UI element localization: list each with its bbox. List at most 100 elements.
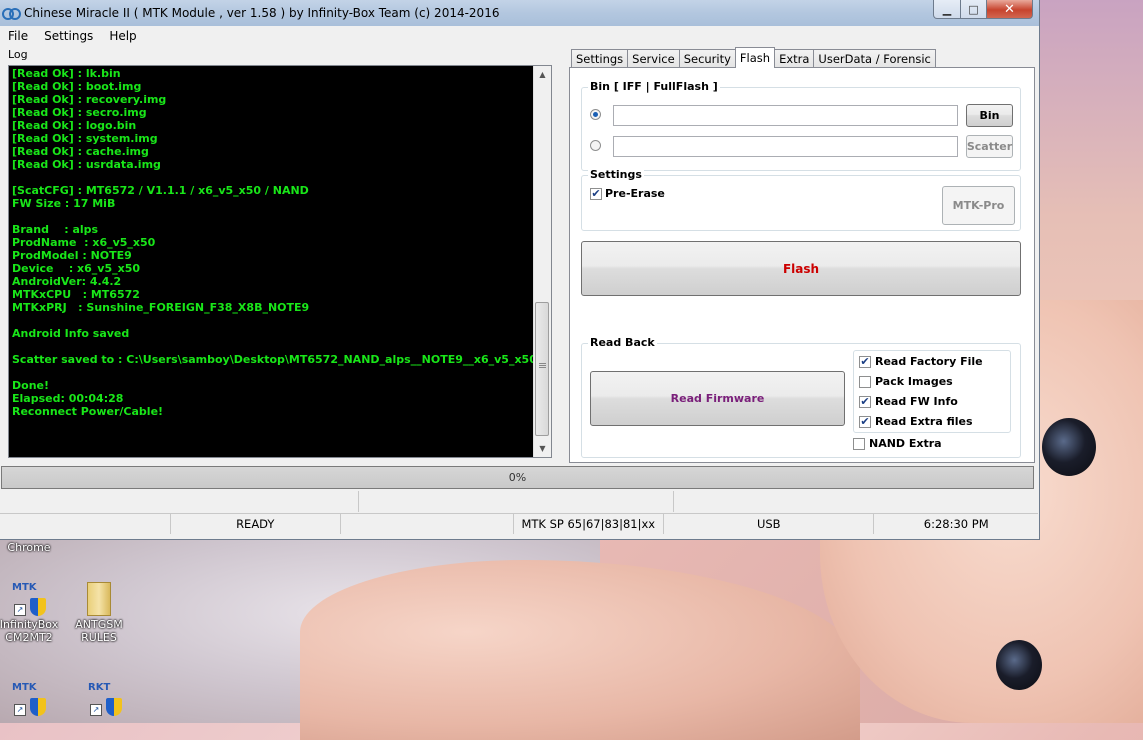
- wallpaper-eye: [1042, 418, 1096, 476]
- title-bar[interactable]: Chinese Miracle II ( MTK Module , ver 1.…: [0, 0, 1039, 26]
- log-text: [Read Ok] : lk.bin [Read Ok] : boot.img [R…: [12, 67, 534, 455]
- pre-erase-label: Pre-Erase: [605, 187, 665, 200]
- status-time: 6:28:30 PM: [923, 517, 989, 531]
- log-line: Reconnect Power/Cable!: [12, 405, 164, 418]
- desktop-icon-rkt[interactable]: RKT ↗: [70, 682, 140, 718]
- menu-settings[interactable]: Settings: [36, 29, 101, 43]
- folder-icon: [82, 582, 116, 616]
- shortcut-arrow-icon: ↗: [14, 704, 26, 716]
- log-line: Scatter saved to : C:\Users\samboy\Deskt…: [12, 353, 534, 366]
- window-controls: ▁ □ ✕: [933, 0, 1033, 19]
- scatter-button[interactable]: Scatter: [966, 135, 1013, 158]
- log-line: Done!: [12, 379, 49, 392]
- pack-images-label: Pack Images: [875, 375, 953, 388]
- read-extra-files-label: Read Extra files: [875, 415, 973, 428]
- log-label: Log: [8, 48, 28, 61]
- flash-button[interactable]: Flash: [581, 241, 1021, 296]
- progress-bar: 0%: [1, 466, 1034, 489]
- log-line: FW Size : 17 MiB: [12, 197, 116, 210]
- log-line: Elapsed: 00:04:28: [12, 392, 124, 405]
- settings-group-title: Settings: [588, 168, 644, 181]
- tab-service[interactable]: Service: [627, 49, 680, 68]
- mtk-pro-button[interactable]: MTK-Pro: [942, 186, 1015, 225]
- log-line: Brand : alps: [12, 223, 99, 236]
- status-platform: MTK SP 65|67|83|81|xx: [514, 514, 665, 534]
- mtk-app-icon: MTK ↗: [12, 582, 46, 616]
- status-cell-empty: [341, 514, 514, 534]
- read-back-group: Read Back Read Firmware ✔ Read Factory F…: [581, 336, 1021, 458]
- desktop-icon-label: InfinityBox CM2MT2: [0, 618, 59, 644]
- status-port: USB: [664, 514, 875, 534]
- pre-erase-checkbox[interactable]: ✔: [590, 188, 602, 200]
- shortcut-arrow-icon: ↗: [90, 704, 102, 716]
- scroll-up-button[interactable]: ▲: [534, 66, 551, 83]
- bin-radio[interactable]: [590, 109, 601, 120]
- bin-group: Bin [ IFF | FullFlash ] Bin Scatter: [581, 80, 1021, 171]
- read-extra-files-checkbox[interactable]: ✔: [859, 416, 871, 428]
- status-bar: READY MTK SP 65|67|83|81|xx USB 6:28:30 …: [0, 513, 1038, 534]
- menu-file[interactable]: File: [0, 29, 36, 43]
- tab-settings[interactable]: Settings: [571, 49, 629, 68]
- tab-flash[interactable]: Flash: [734, 47, 776, 68]
- scroll-down-button[interactable]: ▼: [534, 440, 551, 457]
- uac-shield-icon: [106, 698, 122, 716]
- read-factory-file-label: Read Factory File: [875, 355, 983, 368]
- log-line: [ScatCFG] : MT6572 / V1.1.1 / x6_v5_x50 …: [12, 184, 309, 197]
- log-line: [Read Ok] : system.img: [12, 132, 158, 145]
- log-scrollbar[interactable]: ▲ ▼: [533, 66, 551, 457]
- status-state: READY: [171, 514, 341, 534]
- menu-help[interactable]: Help: [101, 29, 144, 43]
- maximize-button[interactable]: □: [961, 0, 987, 19]
- info-cell: [0, 491, 359, 512]
- wallpaper-eye: [996, 640, 1042, 690]
- desktop-icon-mtk[interactable]: MTK ↗: [0, 682, 64, 718]
- log-line: ProdModel : NOTE9: [12, 249, 132, 262]
- read-firmware-button[interactable]: Read Firmware: [590, 371, 845, 426]
- mtk-app-icon: MTK ↗: [12, 682, 46, 716]
- close-button[interactable]: ✕: [987, 0, 1033, 19]
- scatter-path-input[interactable]: [613, 136, 958, 157]
- info-cell: [359, 491, 674, 512]
- tab-extra[interactable]: Extra: [774, 49, 815, 68]
- log-line: MTKxPRJ : Sunshine_FOREIGN_F38_X8B_NOTE9: [12, 301, 310, 314]
- log-line: [Read Ok] : logo.bin: [12, 119, 137, 132]
- pack-images-checkbox[interactable]: [859, 376, 871, 388]
- bin-button[interactable]: Bin: [966, 104, 1013, 127]
- log-line: [Read Ok] : cache.img: [12, 145, 149, 158]
- read-factory-file-checkbox[interactable]: ✔: [859, 356, 871, 368]
- infinity-logo-icon: [2, 6, 21, 20]
- log-panel[interactable]: [Read Ok] : lk.bin [Read Ok] : boot.img [R…: [8, 65, 552, 458]
- progress-text: 0%: [508, 471, 527, 484]
- read-fw-info-checkbox[interactable]: ✔: [859, 396, 871, 408]
- minimize-button[interactable]: ▁: [933, 0, 961, 19]
- scroll-thumb[interactable]: [535, 302, 549, 436]
- tab-userdata-forensic[interactable]: UserData / Forensic: [813, 49, 936, 68]
- log-line: [Read Ok] : recovery.img: [12, 93, 167, 106]
- log-line: [Read Ok] : secro.img: [12, 106, 147, 119]
- menu-bar: File Settings Help: [0, 26, 1039, 46]
- read-fw-info-label: Read FW Info: [875, 395, 958, 408]
- log-line: [Read Ok] : lk.bin: [12, 67, 121, 80]
- app-window: Chinese Miracle II ( MTK Module , ver 1.…: [0, 0, 1040, 540]
- bin-group-title: Bin [ IFF | FullFlash ]: [588, 80, 720, 93]
- nand-extra-checkbox[interactable]: [853, 438, 865, 450]
- tab-security[interactable]: Security: [678, 49, 736, 68]
- uac-shield-icon: [30, 698, 46, 716]
- scatter-radio[interactable]: [590, 140, 601, 151]
- log-line: MTKxCPU : MT6572: [12, 288, 140, 301]
- desktop-icon-label: ANTGSM RULES: [75, 618, 123, 644]
- read-back-title: Read Back: [588, 336, 657, 349]
- wallpaper-arm: [300, 560, 860, 740]
- desktop-label-chrome[interactable]: Chrome: [0, 541, 64, 554]
- rkt-app-icon: RKT ↗: [88, 682, 122, 716]
- desktop-icon-antgsm[interactable]: ANTGSM RULES: [64, 582, 134, 644]
- info-bar: [0, 491, 1038, 512]
- status-cell-empty: [0, 514, 171, 534]
- flash-tab-page: Bin [ IFF | FullFlash ] Bin Scatter Sett…: [569, 67, 1035, 463]
- bin-path-input[interactable]: [613, 105, 958, 126]
- desktop-icon-infinitybox[interactable]: MTK ↗ InfinityBox CM2MT2: [0, 582, 64, 644]
